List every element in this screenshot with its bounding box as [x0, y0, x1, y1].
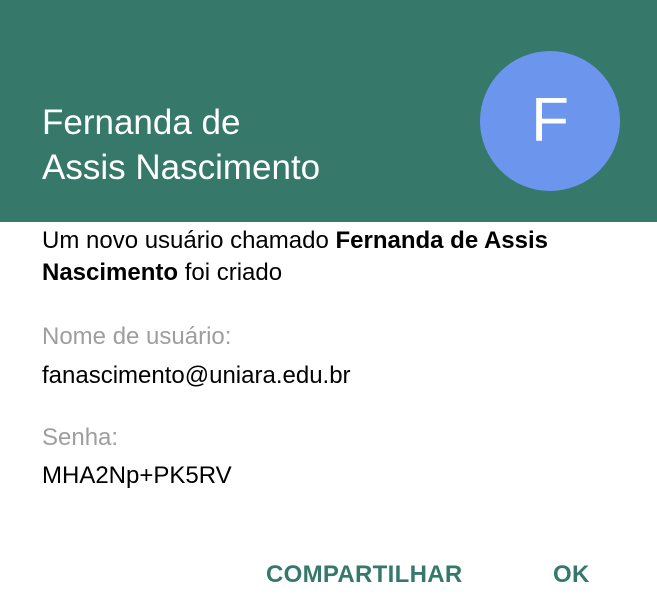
- ok-button[interactable]: OK: [553, 552, 593, 598]
- password-value: MHA2Np+PK5RV: [42, 462, 232, 489]
- user-name-line-1: Fernanda de: [42, 103, 241, 142]
- username-label: Nome de usuário:: [42, 323, 232, 350]
- created-message: Um novo usuário chamado Fernanda de Assi…: [42, 225, 632, 289]
- dialog-header: Fernanda de Assis Nascimento F: [0, 0, 657, 222]
- user-name-line-2: Assis Nascimento: [42, 148, 321, 187]
- user-display-name: Fernanda de Assis Nascimento: [42, 100, 442, 190]
- message-suffix: foi criado: [178, 259, 283, 286]
- share-button[interactable]: COMPARTILHAR: [266, 552, 478, 598]
- username-value: fanascimento@uniara.edu.br: [42, 362, 351, 389]
- message-prefix: Um novo usuário chamado: [42, 227, 336, 254]
- user-created-dialog: Fernanda de Assis Nascimento F Um novo us…: [0, 0, 657, 615]
- avatar: F: [480, 51, 620, 191]
- avatar-letter: F: [531, 86, 569, 155]
- password-label: Senha:: [42, 424, 119, 451]
